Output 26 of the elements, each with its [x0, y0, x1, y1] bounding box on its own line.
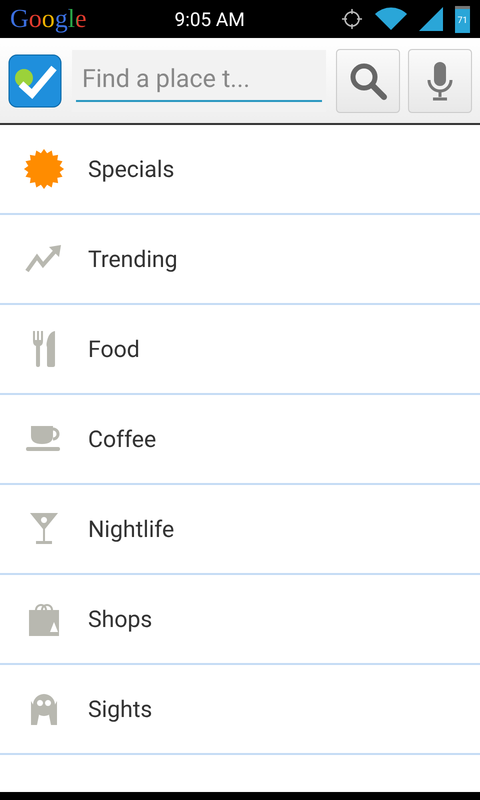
- wifi-icon: [375, 7, 407, 31]
- category-item[interactable]: Sights: [0, 665, 480, 755]
- battery-icon: 71: [455, 6, 470, 32]
- badge-icon: [24, 149, 64, 189]
- category-item[interactable]: Specials: [0, 125, 480, 215]
- search-icon: [348, 60, 388, 100]
- category-item[interactable]: Shops: [0, 575, 480, 665]
- search-button[interactable]: [336, 48, 400, 112]
- category-item[interactable]: Trending: [0, 215, 480, 305]
- category-label: Shops: [88, 606, 152, 632]
- signal-icon: [419, 7, 443, 31]
- category-item[interactable]: Food: [0, 305, 480, 395]
- category-item[interactable]: Coffee: [0, 395, 480, 485]
- voice-button[interactable]: [408, 48, 472, 112]
- category-label: Food: [88, 336, 140, 362]
- category-label: Sights: [88, 696, 152, 722]
- app-logo-icon[interactable]: [8, 54, 62, 108]
- category-label: Trending: [88, 246, 178, 272]
- microphone-icon: [425, 60, 455, 102]
- category-label: Nightlife: [88, 516, 174, 542]
- clock-time: 9:05 AM: [174, 8, 245, 30]
- gps-icon: [341, 8, 363, 30]
- category-label: Specials: [88, 156, 174, 182]
- category-item[interactable]: Nightlife: [0, 485, 480, 575]
- category-label: Coffee: [88, 426, 156, 452]
- trend-arrow-icon: [24, 245, 64, 273]
